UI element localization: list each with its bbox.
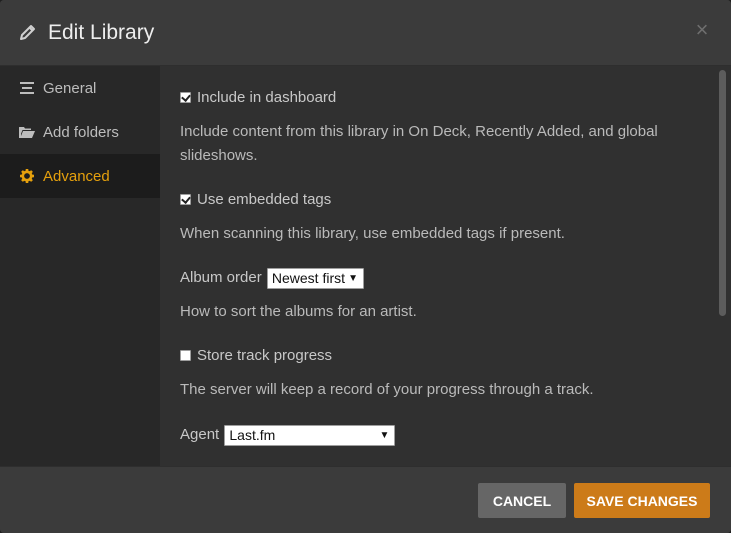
sidebar-item-label: Add folders [43,123,119,141]
embedded-tags-help: When scanning this library, use embedded… [180,225,565,242]
include-dashboard-row[interactable]: Include in dashboard [180,86,336,110]
pencil-icon [18,22,38,42]
cancel-button[interactable]: CANCEL [478,483,566,518]
edit-library-dialog: Edit Library × General Add folders Advan… [0,0,731,533]
close-icon[interactable]: × [693,19,711,41]
sidebar-item-advanced[interactable]: Advanced [0,154,160,198]
embedded-tags-checkbox[interactable] [180,194,191,205]
sidebar-item-general[interactable]: General [0,66,160,110]
agent-row: Agent Last.fm ▼ [180,423,396,447]
dialog-title: Edit Library [48,21,155,44]
album-order-value: Newest first [271,269,345,286]
track-progress-row[interactable]: Store track progress [180,344,332,368]
agent-label: Agent [180,426,220,443]
gear-icon [19,168,35,184]
sidebar: General Add folders Advanced [0,66,160,466]
album-order-row: Album order Newest first ▼ [180,266,364,290]
agent-select[interactable]: Last.fm ▼ [224,424,396,446]
save-changes-button[interactable]: SAVE CHANGES [574,483,710,518]
include-dashboard-help: Include content from this library in On … [180,123,658,164]
folder-icon [19,124,35,140]
embedded-tags-row[interactable]: Use embedded tags [180,188,331,212]
dialog-footer: CANCEL SAVE CHANGES [0,466,731,533]
list-icon [19,80,35,96]
embedded-tags-label: Use embedded tags [197,191,332,208]
dropdown-arrow-icon: ▼ [348,272,358,284]
advanced-settings-panel[interactable]: Include in dashboard Include content fro… [160,66,715,466]
track-progress-label: Store track progress [197,347,333,364]
content-scrollbar[interactable] [715,66,731,466]
agent-value: Last.fm [229,426,276,443]
album-order-help: How to sort the albums for an artist. [180,303,417,320]
album-order-label: Album order [180,269,262,286]
sidebar-item-label: Advanced [43,167,110,185]
track-progress-help: The server will keep a record of your pr… [180,381,594,398]
scrollbar-thumb[interactable] [719,70,726,316]
dialog-header: Edit Library × [0,0,731,66]
sidebar-item-add-folders[interactable]: Add folders [0,110,160,154]
sidebar-item-label: General [43,79,97,97]
dropdown-arrow-icon: ▼ [379,429,390,441]
include-dashboard-checkbox[interactable] [180,92,191,103]
include-dashboard-label: Include in dashboard [197,89,337,106]
track-progress-checkbox[interactable] [180,350,191,361]
album-order-select[interactable]: Newest first ▼ [266,267,364,289]
